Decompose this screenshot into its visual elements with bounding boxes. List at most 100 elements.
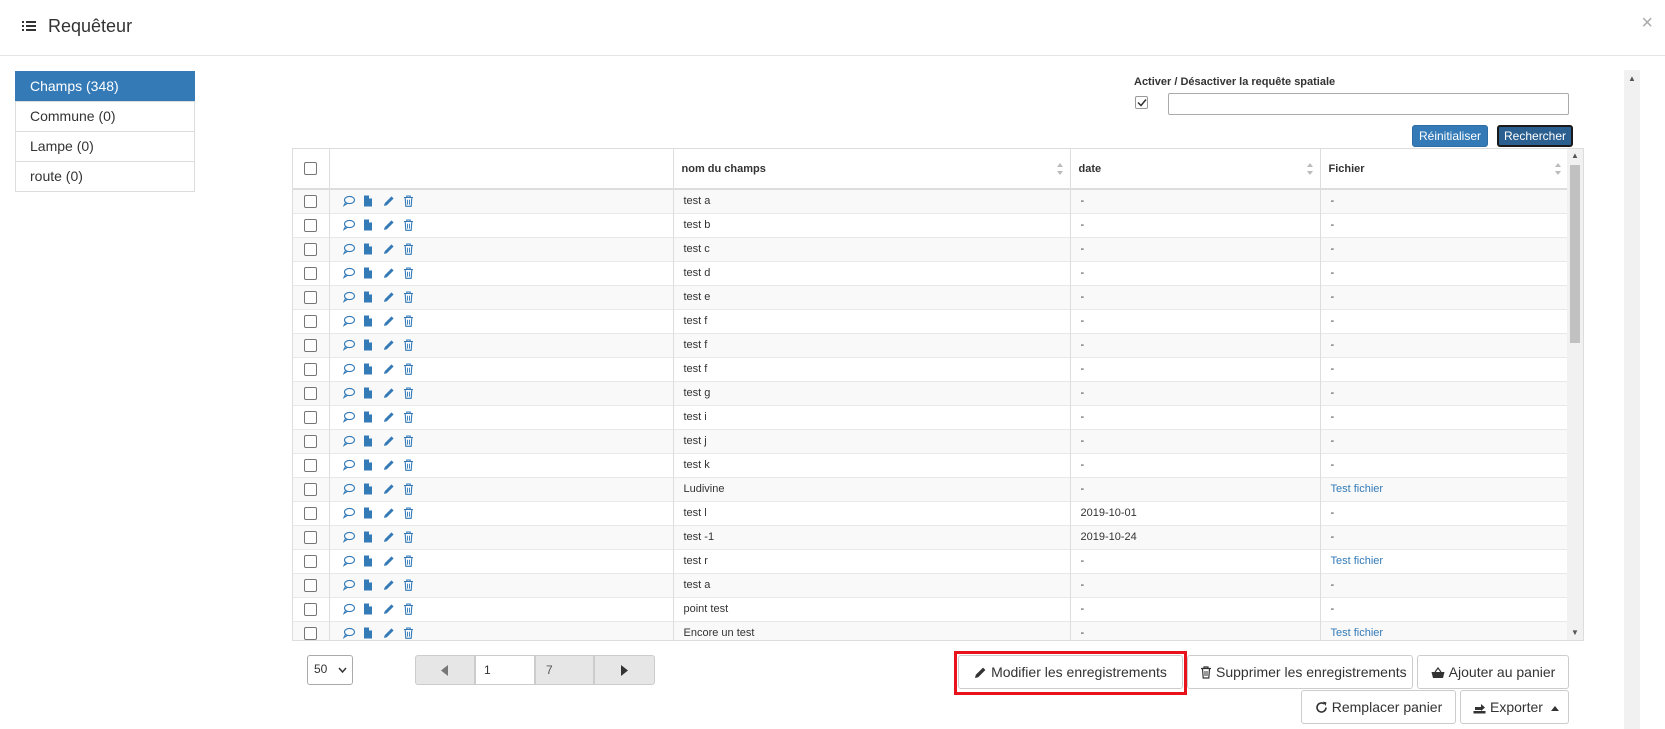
row-checkbox[interactable] <box>304 530 318 544</box>
file-icon[interactable] <box>363 219 375 231</box>
comment-icon[interactable] <box>342 411 355 423</box>
file-icon[interactable] <box>363 387 375 399</box>
pencil-icon[interactable] <box>383 507 395 519</box>
pencil-icon[interactable] <box>383 459 395 471</box>
previous-page-button[interactable] <box>415 655 475 685</box>
trash-icon[interactable] <box>403 363 415 375</box>
row-checkbox[interactable] <box>304 626 318 640</box>
comment-icon[interactable] <box>342 483 355 495</box>
file-icon[interactable] <box>363 459 375 471</box>
file-icon[interactable] <box>363 291 375 303</box>
pencil-icon[interactable] <box>383 315 395 327</box>
comment-icon[interactable] <box>342 363 355 375</box>
trash-icon[interactable] <box>403 531 415 543</box>
trash-icon[interactable] <box>403 243 415 255</box>
comment-icon[interactable] <box>342 555 355 567</box>
file-icon[interactable] <box>363 339 375 351</box>
pencil-icon[interactable] <box>383 435 395 447</box>
comment-icon[interactable] <box>342 435 355 447</box>
pencil-icon[interactable] <box>383 603 395 615</box>
row-checkbox[interactable] <box>304 602 318 616</box>
file-icon[interactable] <box>363 243 375 255</box>
pencil-icon[interactable] <box>383 291 395 303</box>
sidebar-item-route[interactable]: route (0) <box>15 161 195 192</box>
row-checkbox[interactable] <box>304 578 318 592</box>
file-icon[interactable] <box>363 507 375 519</box>
file-icon[interactable] <box>363 555 375 567</box>
pencil-icon[interactable] <box>383 267 395 279</box>
row-checkbox[interactable] <box>304 554 318 568</box>
file-icon[interactable] <box>363 411 375 423</box>
pencil-icon[interactable] <box>383 339 395 351</box>
comment-icon[interactable] <box>342 267 355 279</box>
scroll-down-icon[interactable]: ▼ <box>1571 629 1579 637</box>
close-button[interactable]: × <box>1641 13 1653 33</box>
trash-icon[interactable] <box>403 219 415 231</box>
comment-icon[interactable] <box>342 603 355 615</box>
comment-icon[interactable] <box>342 339 355 351</box>
row-checkbox[interactable] <box>304 194 318 208</box>
table-scrollbar[interactable]: ▲ ▼ <box>1567 149 1583 640</box>
pencil-icon[interactable] <box>383 363 395 375</box>
export-button[interactable]: Exporter <box>1460 690 1569 724</box>
page-size-select[interactable]: 50 <box>307 655 353 685</box>
spatial-query-input[interactable] <box>1168 93 1569 115</box>
trash-icon[interactable] <box>403 387 415 399</box>
comment-icon[interactable] <box>342 459 355 471</box>
row-checkbox[interactable] <box>304 290 318 304</box>
pencil-icon[interactable] <box>383 219 395 231</box>
row-checkbox[interactable] <box>304 242 318 256</box>
trash-icon[interactable] <box>403 435 415 447</box>
sidebar-item-commune[interactable]: Commune (0) <box>15 101 195 132</box>
pencil-icon[interactable] <box>383 531 395 543</box>
trash-icon[interactable] <box>403 411 415 423</box>
delete-records-button[interactable]: Supprimer les enregistrements <box>1187 655 1413 689</box>
trash-icon[interactable] <box>403 339 415 351</box>
cell-fichier[interactable]: Test fichier <box>1320 620 1569 640</box>
comment-icon[interactable] <box>342 627 355 640</box>
comment-icon[interactable] <box>342 243 355 255</box>
pencil-icon[interactable] <box>383 195 395 207</box>
comment-icon[interactable] <box>342 579 355 591</box>
file-icon[interactable] <box>363 627 375 639</box>
row-checkbox[interactable] <box>304 458 318 472</box>
file-icon[interactable] <box>363 435 375 447</box>
trash-icon[interactable] <box>403 315 415 327</box>
select-all-checkbox[interactable] <box>304 162 318 175</box>
scroll-up-icon[interactable]: ▲ <box>1571 152 1579 160</box>
trash-icon[interactable] <box>403 483 415 495</box>
trash-icon[interactable] <box>403 555 415 567</box>
pencil-icon[interactable] <box>383 483 395 495</box>
trash-icon[interactable] <box>403 507 415 519</box>
trash-icon[interactable] <box>403 627 415 640</box>
modify-records-button[interactable]: Modifier les enregistrements <box>958 655 1183 689</box>
pencil-icon[interactable] <box>383 411 395 423</box>
sidebar-item-champs[interactable]: Champs (348) <box>15 71 195 102</box>
page-number-input[interactable] <box>475 655 535 685</box>
next-page-button[interactable] <box>594 655 655 685</box>
pencil-icon[interactable] <box>383 243 395 255</box>
comment-icon[interactable] <box>342 507 355 519</box>
column-header-fichier[interactable]: Fichier <box>1320 149 1569 190</box>
file-icon[interactable] <box>363 267 375 279</box>
row-checkbox[interactable] <box>304 506 318 520</box>
comment-icon[interactable] <box>342 195 355 208</box>
reset-button[interactable]: Réinitialiser <box>1412 125 1489 147</box>
row-checkbox[interactable] <box>304 362 318 376</box>
column-header-date[interactable]: date <box>1070 149 1321 190</box>
pencil-icon[interactable] <box>383 579 395 591</box>
file-icon[interactable] <box>363 603 375 615</box>
trash-icon[interactable] <box>403 291 415 303</box>
row-checkbox[interactable] <box>304 314 318 328</box>
row-checkbox[interactable] <box>304 218 318 232</box>
comment-icon[interactable] <box>342 219 355 231</box>
column-header-nom[interactable]: nom du champs <box>673 149 1071 190</box>
spatial-query-checkbox[interactable] <box>1135 96 1148 109</box>
add-to-cart-button[interactable]: Ajouter au panier <box>1417 655 1569 689</box>
trash-icon[interactable] <box>403 459 415 471</box>
file-icon[interactable] <box>363 195 375 207</box>
trash-icon[interactable] <box>403 267 415 279</box>
file-icon[interactable] <box>363 315 375 327</box>
comment-icon[interactable] <box>342 315 355 327</box>
replace-cart-button[interactable]: Remplacer panier <box>1301 690 1456 724</box>
